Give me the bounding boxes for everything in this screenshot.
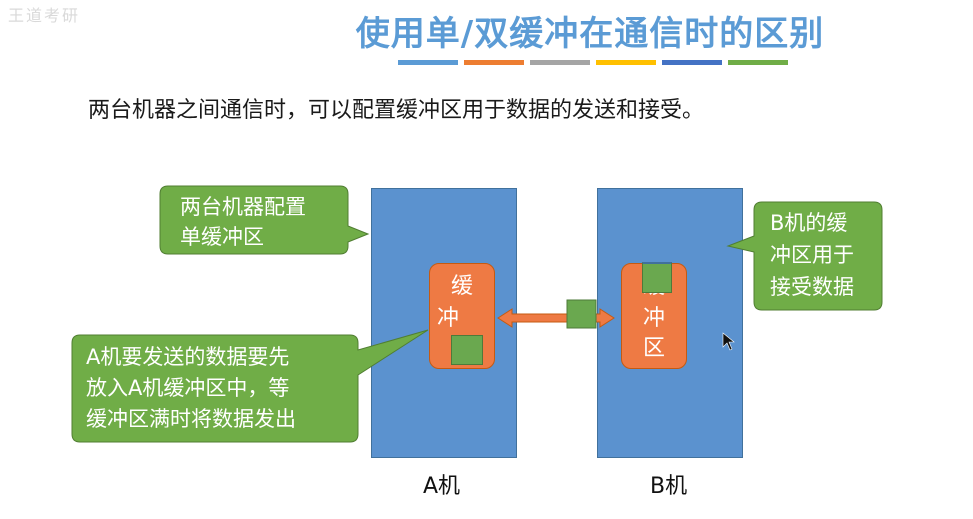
callout-send-line-3: 缓冲区满时将数据发出: [86, 407, 296, 431]
callout-send-line-1: A机要发送的数据要先: [86, 345, 290, 369]
callout-receive-line-3: 接受数据: [770, 275, 854, 299]
mouse-cursor-icon: [722, 332, 735, 351]
transfer-double-arrow: [497, 308, 615, 328]
callout-receive-line-1: B机的缓: [770, 211, 848, 235]
callout-config-line-1: 两台机器配置: [180, 195, 306, 219]
callout-config-line-2: 单缓冲区: [180, 225, 264, 249]
callout-receive-line-2: 冲区用于: [770, 243, 854, 267]
callout-send-line-2: 放入A机缓冲区中，等: [86, 376, 290, 400]
transit-data-packet: [566, 299, 597, 329]
